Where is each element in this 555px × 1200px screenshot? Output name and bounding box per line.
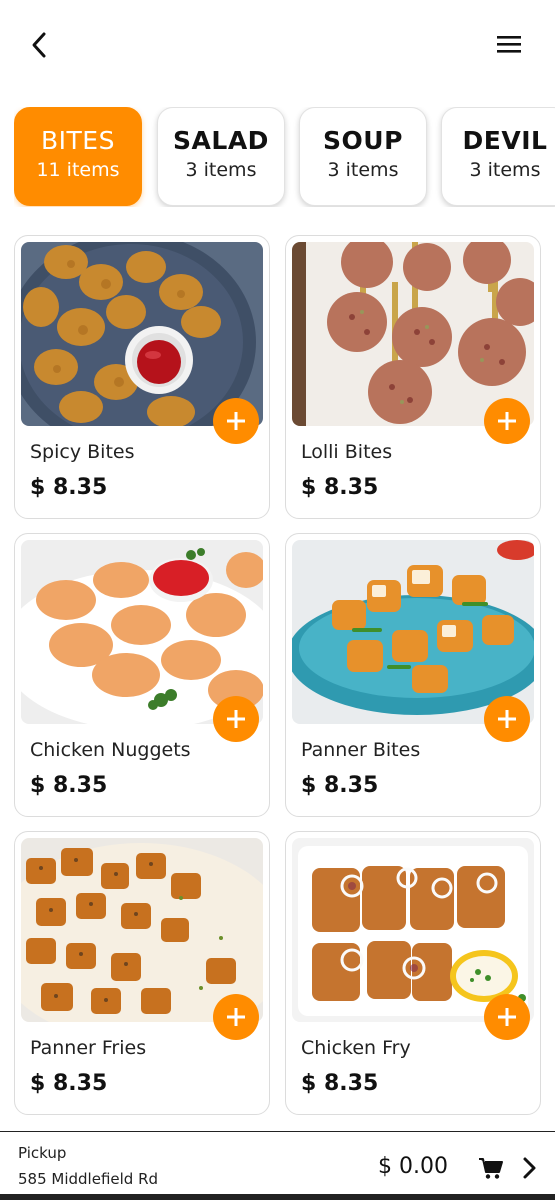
back-button[interactable]	[24, 28, 54, 62]
cart-button[interactable]	[478, 1156, 504, 1180]
tab-soup[interactable]: SOUP 3 items	[299, 107, 427, 206]
chevron-right-icon	[523, 1157, 536, 1179]
product-card[interactable]: Panner Fries $ 8.35	[14, 831, 270, 1115]
product-price: $ 8.35	[30, 475, 108, 500]
tab-devil[interactable]: DEVIL 3 items	[441, 107, 555, 206]
hamburger-menu-icon	[497, 36, 521, 53]
checkout-next-button[interactable]	[518, 1154, 542, 1182]
product-card[interactable]: Spicy Bites $ 8.35	[14, 235, 270, 519]
product-card[interactable]: Lolli Bites $ 8.35	[285, 235, 541, 519]
tab-label: DEVIL	[462, 126, 548, 155]
bottom-bar-divider	[0, 1194, 555, 1200]
product-card[interactable]: Chicken Fry $ 8.35	[285, 831, 541, 1115]
product-name: Lolli Bites	[301, 441, 393, 463]
product-card[interactable]: Chicken Nuggets $ 8.35	[14, 533, 270, 817]
tab-bites[interactable]: BITES 11 items	[14, 107, 142, 206]
product-photo	[21, 242, 263, 426]
plus-icon	[227, 412, 245, 430]
add-to-cart-button[interactable]	[213, 696, 259, 742]
add-to-cart-button[interactable]	[484, 994, 530, 1040]
product-photo	[21, 838, 263, 1022]
product-name: Spicy Bites	[30, 441, 135, 463]
product-price: $ 8.35	[301, 475, 379, 500]
plus-icon	[498, 1008, 516, 1026]
plus-icon	[498, 710, 516, 728]
tab-label: SOUP	[323, 126, 403, 155]
product-price: $ 8.35	[30, 773, 108, 798]
tab-salad[interactable]: SALAD 3 items	[157, 107, 285, 206]
add-to-cart-button[interactable]	[213, 398, 259, 444]
tab-item-count: 11 items	[36, 159, 120, 181]
add-to-cart-button[interactable]	[484, 696, 530, 742]
pickup-address: 585 Middlefield Rd	[18, 1170, 159, 1188]
tab-item-count: 3 items	[469, 159, 541, 181]
category-tabs: BITES 11 items SALAD 3 items SOUP 3 item…	[14, 107, 555, 207]
cart-icon	[479, 1158, 503, 1179]
plus-icon	[227, 1008, 245, 1026]
product-photo	[21, 540, 263, 724]
product-price: $ 8.35	[30, 1071, 108, 1096]
order-mode: Pickup	[18, 1144, 67, 1162]
add-to-cart-button[interactable]	[484, 398, 530, 444]
chevron-left-icon	[32, 32, 46, 58]
product-price: $ 8.35	[301, 1071, 379, 1096]
product-name: Panner Fries	[30, 1037, 147, 1059]
product-card[interactable]: Panner Bites $ 8.35	[285, 533, 541, 817]
tab-label: BITES	[41, 126, 115, 155]
product-photo	[292, 242, 534, 426]
checkout-bar: Pickup 585 Middlefield Rd $ 0.00	[0, 1131, 555, 1200]
tab-item-count: 3 items	[327, 159, 399, 181]
tab-item-count: 3 items	[185, 159, 257, 181]
product-price: $ 8.35	[301, 773, 379, 798]
plus-icon	[227, 710, 245, 728]
product-name: Panner Bites	[301, 739, 421, 761]
menu-button[interactable]	[493, 30, 525, 58]
product-name: Chicken Fry	[301, 1037, 411, 1059]
add-to-cart-button[interactable]	[213, 994, 259, 1040]
product-photo	[292, 838, 534, 1022]
tab-label: SALAD	[173, 126, 269, 155]
cart-total: $ 0.00	[378, 1154, 448, 1179]
product-photo	[292, 540, 534, 724]
product-name: Chicken Nuggets	[30, 739, 191, 761]
top-bar	[0, 0, 555, 92]
plus-icon	[498, 412, 516, 430]
